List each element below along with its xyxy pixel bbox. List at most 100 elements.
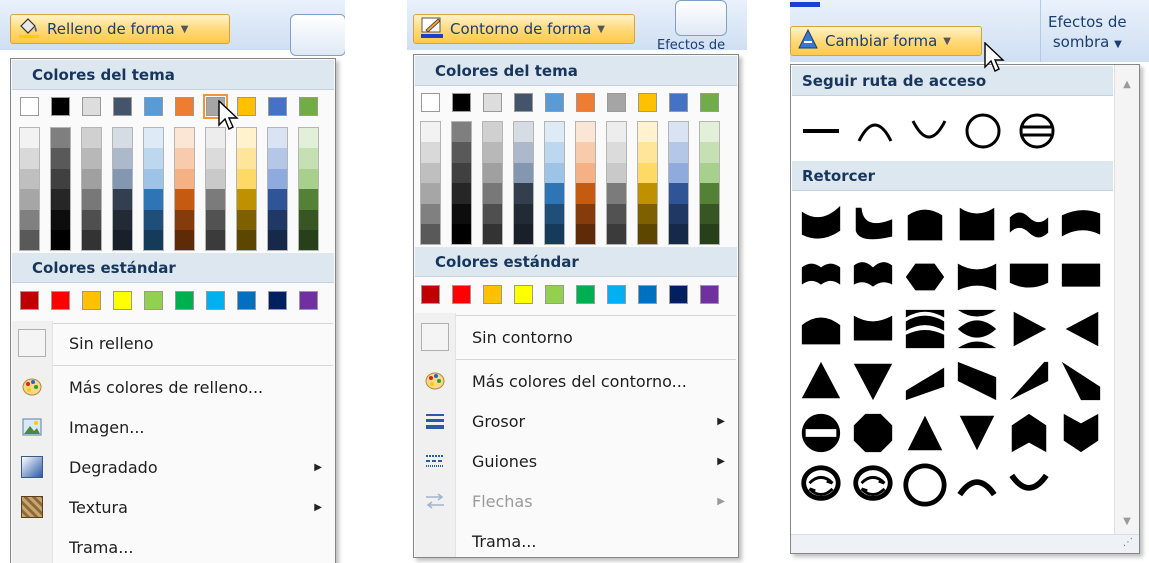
color-swatch[interactable] [20,209,39,230]
color-swatch[interactable] [20,128,39,149]
color-swatch[interactable] [545,122,564,143]
warp-shape[interactable] [795,459,847,511]
color-swatch[interactable] [700,162,719,184]
color-swatch[interactable] [113,168,132,190]
warp-shape[interactable] [899,303,951,355]
color-swatch[interactable] [421,93,440,112]
color-swatch[interactable] [113,148,132,169]
color-swatch[interactable] [51,189,70,210]
color-swatch[interactable] [144,229,163,251]
color-swatch[interactable] [638,122,657,143]
color-swatch[interactable] [545,162,564,184]
color-swatch[interactable] [576,122,595,143]
color-swatch[interactable] [268,209,287,230]
color-swatch[interactable] [669,142,688,163]
color-swatch[interactable] [607,122,626,143]
color-swatch[interactable] [483,285,502,304]
color-swatch[interactable] [545,223,564,245]
warp-shape[interactable] [951,199,1003,251]
color-swatch[interactable] [669,93,688,112]
warp-shape[interactable] [795,251,847,303]
color-swatch[interactable] [669,285,688,304]
color-swatch[interactable] [638,203,657,224]
color-swatch[interactable] [144,291,163,310]
color-swatch[interactable] [51,97,70,116]
color-swatch[interactable] [237,189,256,210]
color-swatch[interactable] [20,97,39,116]
color-swatch[interactable] [638,223,657,245]
color-swatch[interactable] [483,203,502,224]
color-swatch[interactable] [514,93,533,112]
color-swatch[interactable] [175,148,194,169]
color-swatch[interactable] [669,162,688,184]
color-swatch[interactable] [607,203,626,224]
color-swatch[interactable] [51,168,70,190]
color-swatch[interactable] [638,93,657,112]
color-swatch[interactable] [514,223,533,245]
color-swatch[interactable] [421,183,440,204]
color-swatch[interactable] [268,229,287,251]
color-swatch[interactable] [452,223,471,245]
color-swatch[interactable] [82,128,101,149]
color-swatch[interactable] [452,142,471,163]
gradient-item[interactable]: Degradado ▶ [12,447,334,487]
color-swatch[interactable] [514,122,533,143]
color-swatch[interactable] [700,93,719,112]
color-swatch[interactable] [607,183,626,204]
outline-button[interactable]: Contorno de forma ▼ [413,14,635,44]
color-swatch[interactable] [206,291,225,310]
warp-shape[interactable] [847,355,899,407]
color-swatch[interactable] [576,93,595,112]
warp-shape[interactable] [899,355,951,407]
color-swatch[interactable] [421,162,440,184]
color-swatch[interactable] [299,168,318,190]
color-swatch[interactable] [700,203,719,224]
color-swatch[interactable] [175,291,194,310]
color-swatch[interactable] [700,183,719,204]
color-swatch[interactable] [51,209,70,230]
arrows-item[interactable]: Flechas ▶ [415,481,737,521]
warp-shape[interactable] [847,407,899,459]
color-swatch[interactable] [638,285,657,304]
warp-shape[interactable] [847,199,899,251]
color-swatch[interactable] [20,291,39,310]
ribbon-shape-style-button[interactable] [675,0,727,36]
color-swatch[interactable] [700,122,719,143]
warp-shape[interactable] [847,459,899,511]
picture-item[interactable]: Imagen... [12,407,334,447]
color-swatch[interactable] [421,223,440,245]
color-swatch[interactable] [452,203,471,224]
color-swatch[interactable] [483,142,502,163]
color-swatch[interactable] [576,162,595,184]
color-swatch[interactable] [268,168,287,190]
warp-shape[interactable] [899,199,951,251]
warp-shape[interactable] [1003,303,1055,355]
warp-shape[interactable] [951,251,1003,303]
color-swatch[interactable] [51,291,70,310]
warp-shape[interactable] [899,459,951,511]
color-swatch[interactable] [175,168,194,190]
warp-shape[interactable] [951,459,1003,511]
warp-shape[interactable] [1003,199,1055,251]
pattern-item[interactable]: Trama... [12,527,334,563]
color-swatch[interactable] [483,183,502,204]
color-swatch[interactable] [514,162,533,184]
color-swatch[interactable] [514,203,533,224]
color-swatch[interactable] [144,168,163,190]
color-swatch[interactable] [299,291,318,310]
color-swatch[interactable] [669,203,688,224]
color-swatch[interactable] [175,229,194,251]
scroll-up-icon[interactable]: ▲ [1115,79,1139,90]
color-swatch[interactable] [268,128,287,149]
color-swatch[interactable] [175,189,194,210]
color-swatch[interactable] [268,189,287,210]
color-swatch[interactable] [82,209,101,230]
color-swatch[interactable] [576,285,595,304]
more-fill-colors-item[interactable]: Más colores de relleno... [12,367,334,407]
color-swatch[interactable] [113,97,132,116]
color-swatch[interactable] [700,223,719,245]
color-swatch[interactable] [576,142,595,163]
color-swatch[interactable] [607,93,626,112]
color-swatch[interactable] [514,285,533,304]
warp-shape[interactable] [1055,355,1107,407]
